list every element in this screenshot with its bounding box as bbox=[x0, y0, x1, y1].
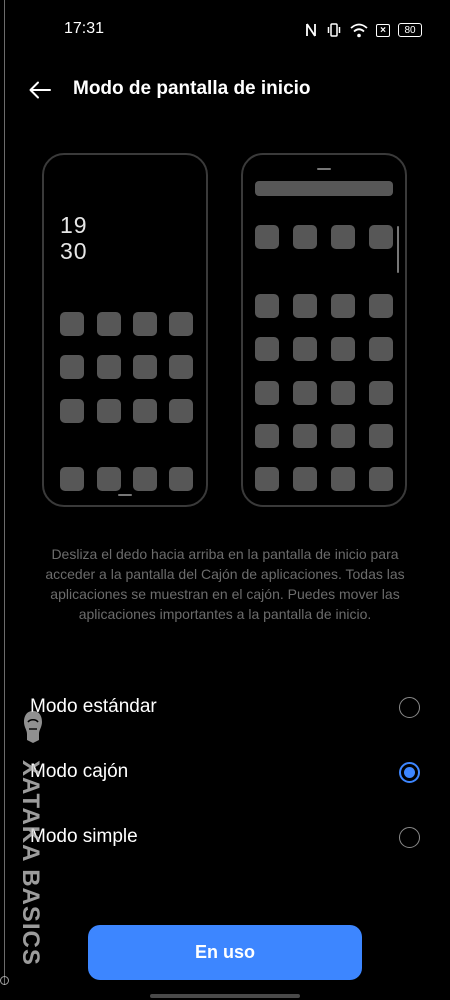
radio-standard-mode[interactable] bbox=[399, 697, 420, 718]
wifi-icon bbox=[350, 23, 368, 38]
drawer-search-placeholder bbox=[255, 181, 393, 196]
nfc-icon bbox=[304, 22, 318, 38]
radio-drawer-mode[interactable] bbox=[399, 762, 420, 783]
app-placeholder bbox=[331, 467, 355, 491]
navigation-handle[interactable] bbox=[150, 994, 300, 998]
preview-standard-mode: 19 30 bbox=[42, 153, 208, 507]
home-indicator bbox=[118, 494, 132, 496]
watermark-edge-dot bbox=[0, 976, 9, 985]
watermark: XATAKA BASICS bbox=[16, 708, 50, 968]
app-placeholder bbox=[255, 381, 279, 405]
app-placeholder bbox=[369, 294, 393, 318]
dock-app-placeholder bbox=[133, 467, 157, 491]
app-placeholder bbox=[293, 294, 317, 318]
status-bar: 17:31 × 80 bbox=[0, 0, 450, 60]
app-placeholder bbox=[369, 381, 393, 405]
app-placeholder bbox=[331, 294, 355, 318]
vibrate-icon bbox=[326, 22, 342, 38]
app-placeholder bbox=[331, 337, 355, 361]
app-placeholder bbox=[255, 424, 279, 448]
radio-simple-mode[interactable] bbox=[399, 827, 420, 848]
in-use-button[interactable]: En uso bbox=[88, 925, 362, 980]
app-placeholder bbox=[255, 225, 279, 249]
app-placeholder bbox=[255, 294, 279, 318]
app-placeholder bbox=[97, 355, 121, 379]
no-sim-icon: × bbox=[376, 23, 390, 37]
app-placeholder bbox=[369, 337, 393, 361]
status-time: 17:31 bbox=[64, 20, 105, 37]
status-icons: × 80 bbox=[304, 20, 422, 40]
app-placeholder bbox=[331, 381, 355, 405]
app-placeholder bbox=[133, 399, 157, 423]
preview-clock: 19 30 bbox=[60, 212, 88, 264]
watermark-logo-icon bbox=[24, 711, 42, 743]
app-placeholder bbox=[293, 381, 317, 405]
dock-app-placeholder bbox=[169, 467, 193, 491]
app-placeholder bbox=[169, 312, 193, 336]
back-button[interactable] bbox=[22, 72, 58, 108]
mode-description: Desliza el dedo hacia arriba en la panta… bbox=[45, 546, 405, 622]
watermark-text: XATAKA BASICS bbox=[17, 760, 44, 966]
drawer-scrollbar bbox=[397, 226, 399, 273]
app-placeholder bbox=[255, 337, 279, 361]
option-simple-mode[interactable]: Modo simple bbox=[0, 808, 450, 868]
arrow-left-icon bbox=[29, 81, 51, 99]
app-placeholder bbox=[97, 312, 121, 336]
battery-icon: 80 bbox=[398, 23, 422, 37]
app-bar: Modo de pantalla de inicio bbox=[0, 66, 450, 114]
preview-drawer-mode bbox=[241, 153, 407, 507]
app-placeholder bbox=[293, 467, 317, 491]
app-placeholder bbox=[293, 424, 317, 448]
option-drawer-mode[interactable]: Modo cajón bbox=[0, 743, 450, 803]
app-placeholder bbox=[331, 424, 355, 448]
app-placeholder bbox=[60, 312, 84, 336]
app-placeholder bbox=[369, 225, 393, 249]
app-placeholder bbox=[169, 399, 193, 423]
app-placeholder bbox=[331, 225, 355, 249]
dock-app-placeholder bbox=[97, 467, 121, 491]
app-placeholder bbox=[255, 467, 279, 491]
app-placeholder bbox=[293, 337, 317, 361]
watermark-edge-line bbox=[4, 0, 5, 985]
drawer-handle bbox=[317, 168, 331, 170]
app-placeholder bbox=[133, 355, 157, 379]
app-placeholder bbox=[97, 399, 121, 423]
app-placeholder bbox=[169, 355, 193, 379]
app-placeholder bbox=[369, 467, 393, 491]
app-placeholder bbox=[369, 424, 393, 448]
app-placeholder bbox=[60, 399, 84, 423]
preview-clock-minute: 30 bbox=[60, 238, 88, 264]
preview-clock-hour: 19 bbox=[60, 212, 88, 238]
app-placeholder bbox=[293, 225, 317, 249]
page-title: Modo de pantalla de inicio bbox=[73, 78, 311, 99]
dock-app-placeholder bbox=[60, 467, 84, 491]
app-placeholder bbox=[60, 355, 84, 379]
app-placeholder bbox=[133, 312, 157, 336]
option-standard-mode[interactable]: Modo estándar bbox=[0, 678, 450, 738]
